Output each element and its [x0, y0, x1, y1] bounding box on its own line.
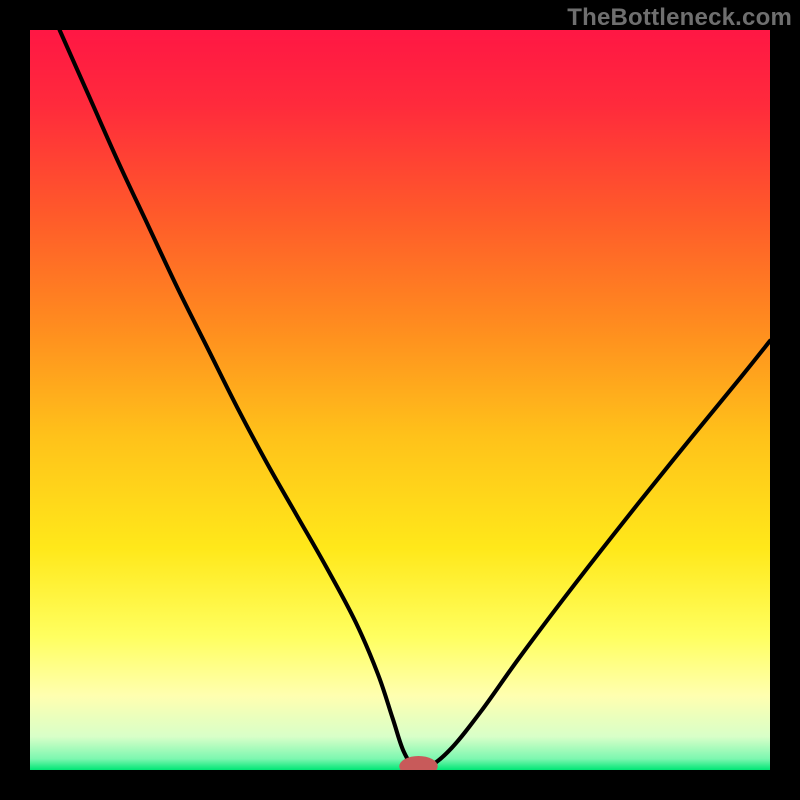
plot-area: [30, 30, 770, 770]
bottleneck-chart: [30, 30, 770, 770]
chart-frame: TheBottleneck.com: [0, 0, 800, 800]
watermark-text: TheBottleneck.com: [567, 4, 792, 32]
gradient-background: [30, 30, 770, 770]
